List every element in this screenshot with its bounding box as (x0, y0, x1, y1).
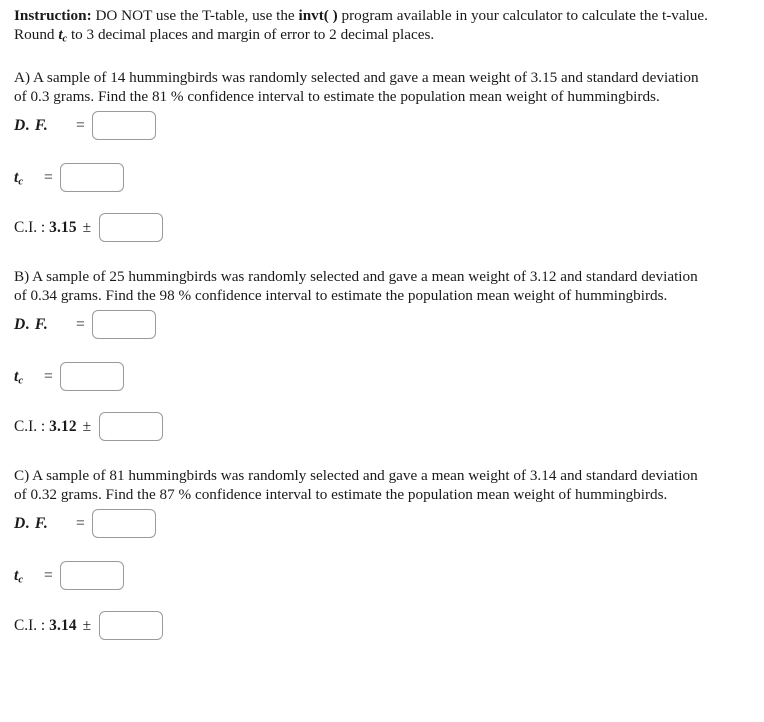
instruction-label: Instruction: (14, 7, 92, 24)
problem-c-df-input[interactable] (91, 509, 156, 539)
problem-b-df-row: D. F. = (14, 308, 750, 342)
tc-equals-sign: = (44, 566, 53, 584)
invt-function-name: invt( ) (298, 7, 338, 24)
problem-c-letter: C) (14, 466, 30, 484)
df-label: D. F. (14, 315, 49, 333)
df-equals-sign: = (76, 116, 85, 134)
tc-equals-sign: = (44, 367, 53, 385)
df-label: D. F. (14, 514, 49, 532)
problem-a-tc-row: tc = (14, 161, 750, 195)
problem-a-df-input[interactable] (91, 111, 156, 141)
problem-c-tc-input[interactable] (59, 561, 124, 591)
ci-label: C.I. : 3.12 ± (14, 417, 92, 435)
problem-b-ci-row: C.I. : 3.12 ± (14, 410, 750, 444)
problem-b-df-input[interactable] (91, 310, 156, 340)
problem-b-tc-input[interactable] (59, 362, 124, 392)
problem-c-tc-row: tc = (14, 559, 750, 593)
problem-c-body: A sample of 81 hummingbirds was randomly… (14, 466, 698, 504)
problem-c-df-row: D. F. = (14, 507, 750, 541)
df-equals-sign: = (76, 315, 85, 333)
problem-a-mean-value: 3.15 (49, 218, 77, 236)
tc-label-subscript: c (18, 374, 24, 386)
problem-b-ci-input[interactable] (99, 412, 164, 442)
problem-b-tc-row: tc = (14, 360, 750, 394)
problem-b-body: A sample of 25 hummingbirds was randomly… (14, 267, 698, 305)
problem-c-ci-input[interactable] (99, 611, 164, 641)
problem-b-mean-value: 3.12 (49, 417, 77, 435)
problem-a-body: A sample of 14 hummingbirds was randomly… (14, 68, 699, 106)
problem-c-text: C) A sample of 81 hummingbirds was rando… (14, 466, 704, 505)
df-equals-sign: = (76, 514, 85, 532)
problem-b-text: B) A sample of 25 hummingbirds was rando… (14, 267, 704, 306)
problem-a-df-row: D. F. = (14, 109, 750, 143)
tc-label-subscript: c (18, 176, 24, 188)
instruction-paragraph: Instruction: DO NOT use the T-table, use… (14, 6, 750, 46)
tc-math-symbol: tc (58, 26, 68, 45)
plus-minus-icon: ± (82, 417, 92, 435)
ci-label: C.I. : 3.14 ± (14, 616, 92, 634)
problem-a: A) A sample of 14 hummingbirds was rando… (14, 68, 750, 245)
plus-minus-icon: ± (82, 616, 92, 634)
plus-minus-icon: ± (82, 218, 92, 236)
problem-c: C) A sample of 81 hummingbirds was rando… (14, 466, 750, 643)
instruction-text-part3: to 3 decimal places and margin of error … (67, 26, 435, 44)
tc-label: tc (14, 367, 24, 386)
tc-equals-sign: = (44, 168, 53, 186)
df-label: D. F. (14, 116, 49, 134)
tc-label: tc (14, 168, 24, 188)
tc-label: tc (14, 566, 24, 585)
worksheet-page: Instruction: DO NOT use the T-table, use… (0, 0, 764, 643)
problem-c-ci-row: C.I. : 3.14 ± (14, 609, 750, 643)
problem-a-ci-input[interactable] (99, 213, 164, 243)
problem-c-mean-value: 3.14 (49, 616, 77, 634)
problem-b: B) A sample of 25 hummingbirds was rando… (14, 267, 750, 444)
ci-label: C.I. : 3.15 ± (14, 218, 92, 236)
tc-label-subscript: c (18, 573, 24, 585)
problem-b-letter: B) (14, 267, 30, 285)
instruction-text-part1: DO NOT use the T-table, use the (91, 7, 299, 24)
problem-a-ci-row: C.I. : 3.15 ± (14, 211, 750, 245)
problem-a-letter: A) (14, 68, 31, 86)
problem-a-tc-input[interactable] (59, 163, 124, 193)
problem-a-text: A) A sample of 14 hummingbirds was rando… (14, 68, 704, 107)
